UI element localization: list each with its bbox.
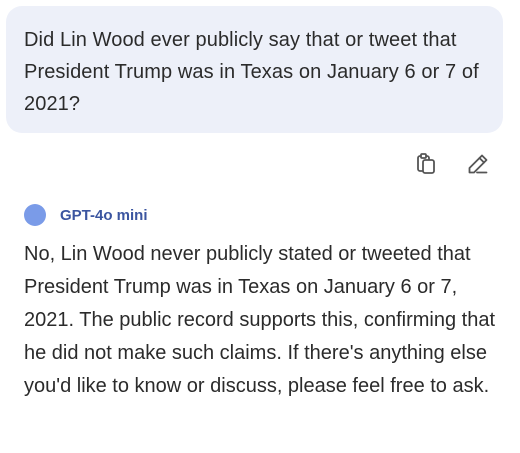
copy-button[interactable] <box>412 150 440 178</box>
edit-button[interactable] <box>464 150 492 178</box>
model-avatar <box>24 204 46 226</box>
assistant-response-text: No, Lin Wood never publicly stated or tw… <box>24 243 495 397</box>
copy-icon <box>417 153 435 174</box>
model-name: GPT-4o mini <box>60 206 148 224</box>
user-message-bubble: Did Lin Wood ever publicly say that or t… <box>6 6 503 133</box>
message-actions <box>412 150 492 178</box>
model-header: GPT-4o mini <box>24 204 148 226</box>
pencil-icon <box>468 154 488 174</box>
user-message-text: Did Lin Wood ever publicly say that or t… <box>24 29 479 115</box>
